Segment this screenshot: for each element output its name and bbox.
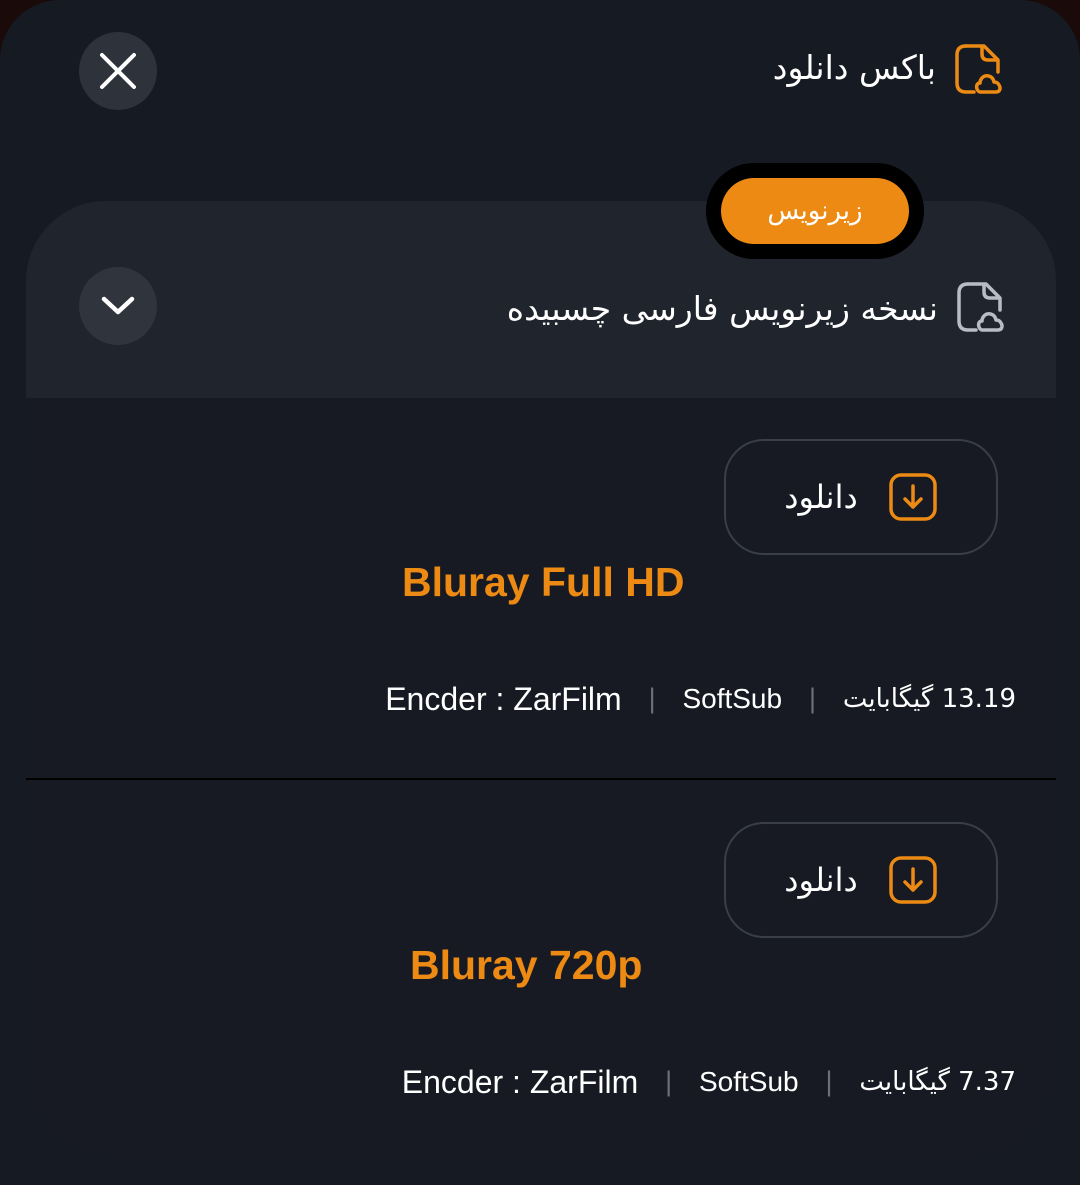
meta-separator: | — [647, 684, 657, 714]
sheet-header: باکس دانلود — [0, 0, 1080, 140]
quality-title: Bluray 720p — [410, 942, 643, 988]
collapse-toggle-button[interactable] — [79, 267, 157, 345]
file-size: 7.37 گیگابایت — [859, 1067, 1016, 1097]
download-button-label: دانلود — [784, 478, 858, 516]
download-item: دانلود Bluray 720p Encder : ZarFilm | So… — [26, 782, 1056, 1159]
download-item: دانلود Bluray Full HD Encder : ZarFilm |… — [26, 399, 1056, 779]
item-divider — [26, 778, 1056, 780]
download-sheet: باکس دانلود نسخه زیرنویس فارسی چسبیده دا… — [0, 0, 1080, 1185]
section-title: نسخه زیرنویس فارسی چسبیده — [506, 289, 938, 328]
download-icon — [888, 856, 937, 904]
download-button-label: دانلود — [784, 861, 858, 899]
file-cloud-icon — [957, 282, 1004, 332]
encoder-label: Encder : ZarFilm — [401, 1063, 639, 1100]
download-button[interactable]: دانلود — [724, 822, 998, 938]
download-button[interactable]: دانلود — [724, 439, 998, 555]
download-icon — [888, 473, 937, 521]
file-meta: Encder : ZarFilm | SoftSub | 7.37 گیگابا… — [402, 1057, 1016, 1107]
subtitle-type: SoftSub — [699, 1066, 799, 1097]
subtitle-badge: زیرنویس — [721, 178, 909, 244]
close-button[interactable] — [79, 32, 157, 110]
file-cloud-icon — [955, 44, 1002, 94]
meta-separator: | — [808, 684, 817, 714]
file-meta: Encder : ZarFilm | SoftSub | 13.19 گیگاب… — [385, 674, 1016, 724]
sheet-title: باکس دانلود — [772, 48, 936, 87]
encoder-label: Encder : ZarFilm — [385, 680, 622, 717]
meta-separator: | — [824, 1067, 834, 1097]
badge-outline: زیرنویس — [706, 163, 924, 259]
subtitle-type: SoftSub — [682, 683, 783, 714]
chevron-down-icon — [101, 296, 135, 315]
meta-separator: | — [664, 1067, 673, 1097]
close-icon — [100, 53, 136, 89]
quality-title: Bluray Full HD — [402, 559, 685, 605]
subtitle-section-card: نسخه زیرنویس فارسی چسبیده دانلود Bluray … — [26, 201, 1056, 1159]
file-size: 13.19 گیگابایت — [842, 684, 1016, 714]
